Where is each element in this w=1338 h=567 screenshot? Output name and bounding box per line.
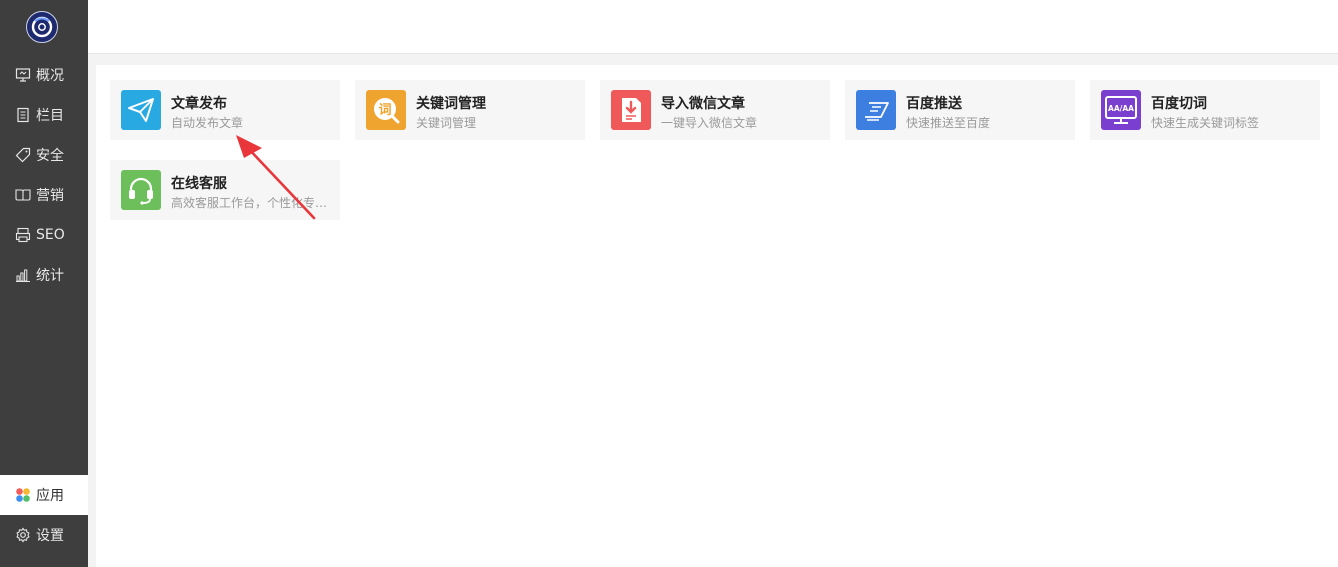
sidebar-item-label: SEO [36, 227, 65, 243]
app-card-desc: 关键词管理 [416, 116, 477, 130]
sidebar-item-label: 设置 [36, 528, 64, 544]
app-card-title: 在线客服 [171, 176, 227, 192]
app-card-online-service[interactable]: 在线客服 高效客服工作台，个性化专属服务 [110, 160, 340, 220]
sidebar: 概况 栏目 安全 营销 SEO 统计 应用 设置 [0, 0, 88, 567]
app-grid: 文章发布 自动发布文章 词 关键词管理 关键词管理 导入微信文章 一键导入微信文… [96, 65, 1338, 567]
app-card-title: 百度切词 [1151, 96, 1207, 112]
sidebar-item-settings[interactable]: 设置 [0, 515, 88, 555]
sidebar-item-seo[interactable]: SEO [0, 215, 88, 255]
app-card-title: 关键词管理 [416, 96, 486, 112]
sidebar-item-label: 统计 [36, 268, 64, 284]
app-card-title: 导入微信文章 [661, 96, 745, 112]
monitor-icon [15, 67, 31, 83]
app-card-keyword-manage[interactable]: 词 关键词管理 关键词管理 [355, 80, 585, 140]
sidebar-item-columns[interactable]: 栏目 [0, 95, 88, 135]
app-card-baidu-word-split[interactable]: AA/AA 百度切词 快速生成关键词标签 [1090, 80, 1320, 140]
import-doc-icon [611, 90, 651, 130]
app-card-title: 文章发布 [171, 96, 227, 112]
sidebar-item-overview[interactable]: 概况 [0, 55, 88, 95]
flower-icon [15, 487, 31, 503]
app-card-desc: 快速生成关键词标签 [1151, 116, 1260, 130]
sidebar-item-label: 安全 [36, 148, 64, 164]
keyword-search-icon: 词 [366, 90, 406, 130]
bar-chart-icon [15, 267, 31, 283]
push-send-icon [856, 90, 896, 130]
paper-plane-icon [121, 90, 161, 130]
sidebar-item-label: 概况 [36, 68, 64, 84]
document-icon [15, 107, 31, 123]
app-card-article-publish[interactable]: 文章发布 自动发布文章 [110, 80, 340, 140]
sidebar-item-label: 营销 [36, 188, 64, 204]
sidebar-item-label: 应用 [36, 488, 64, 504]
app-card-desc: 自动发布文章 [171, 116, 244, 130]
sidebar-item-label: 栏目 [36, 108, 64, 124]
gear-icon [15, 527, 31, 543]
app-card-baidu-push[interactable]: 百度推送 快速推送至百度 [845, 80, 1075, 140]
tag-icon [15, 147, 31, 163]
svg-text:词: 词 [378, 103, 391, 118]
svg-text:AA/AA: AA/AA [1108, 104, 1134, 113]
app-card-title: 百度推送 [906, 96, 962, 112]
app-card-desc: 一键导入微信文章 [661, 116, 758, 130]
sidebar-item-statistics[interactable]: 统计 [0, 255, 88, 295]
top-header-bar [88, 0, 1338, 54]
word-split-icon: AA/AA [1101, 90, 1141, 130]
printer-icon [15, 227, 31, 243]
app-card-wechat-import[interactable]: 导入微信文章 一键导入微信文章 [600, 80, 830, 140]
sidebar-item-apps[interactable]: 应用 [0, 475, 88, 515]
logo[interactable] [26, 11, 58, 43]
app-card-desc: 快速推送至百度 [906, 116, 991, 130]
sidebar-item-marketing[interactable]: 营销 [0, 175, 88, 215]
sidebar-item-security[interactable]: 安全 [0, 135, 88, 175]
headset-icon [121, 170, 161, 210]
logo-icon [31, 16, 53, 38]
app-card-desc: 高效客服工作台，个性化专属服务 [171, 196, 331, 210]
book-icon [15, 187, 31, 203]
